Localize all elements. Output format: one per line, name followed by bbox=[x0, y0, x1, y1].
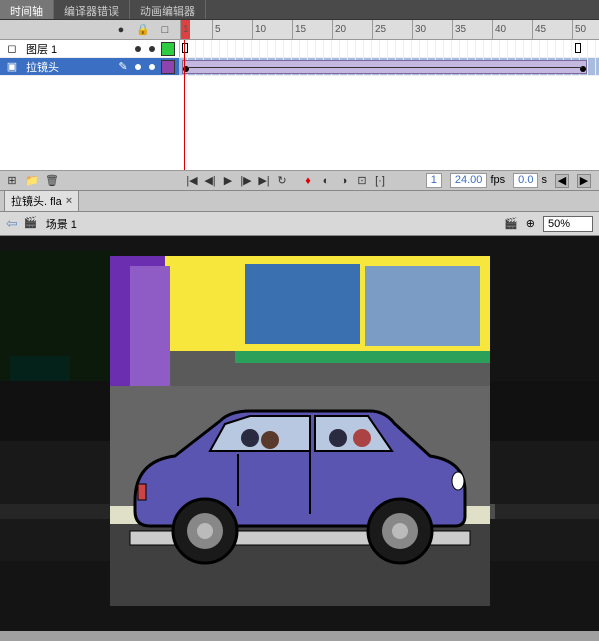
close-tab-icon[interactable]: × bbox=[66, 195, 72, 207]
ruler-tick: 10 bbox=[252, 20, 266, 39]
current-frame-field[interactable]: 1 bbox=[426, 173, 442, 188]
edit-scene-icon[interactable]: 🎬 bbox=[504, 217, 518, 230]
loop-button[interactable]: ↻ bbox=[274, 173, 290, 189]
new-layer-button[interactable]: ⊞ bbox=[4, 173, 20, 189]
tab-timeline[interactable]: 时间轴 bbox=[0, 0, 54, 19]
document-name: 拉镜头. fla bbox=[11, 193, 62, 209]
camera-layer-icon: ▣ bbox=[4, 59, 20, 75]
layer-column-header: ● 🔒 □ bbox=[0, 20, 180, 39]
ruler-tick: 35 bbox=[452, 20, 466, 39]
layer-buttons: ⊞ 📁 🗑 bbox=[0, 173, 180, 189]
ruler-tick: 40 bbox=[492, 20, 506, 39]
panel-tabs: 时间轴 编译器错误 动画编辑器 bbox=[0, 0, 599, 20]
layer-toggles bbox=[135, 64, 161, 70]
onion-markers-button[interactable]: [·] bbox=[372, 173, 388, 189]
lock-dot[interactable] bbox=[149, 46, 155, 52]
step-back-button[interactable]: ◀| bbox=[202, 173, 218, 189]
keyframe-icon[interactable] bbox=[580, 66, 586, 72]
scene-content bbox=[110, 256, 490, 606]
frames-track[interactable] bbox=[180, 58, 599, 75]
ruler-tick: 25 bbox=[372, 20, 386, 39]
blank-keyframe[interactable] bbox=[182, 43, 188, 53]
visibility-dot[interactable] bbox=[135, 64, 141, 70]
fps-field[interactable]: 24.00 bbox=[450, 173, 488, 188]
new-folder-button[interactable]: 📁 bbox=[24, 173, 40, 189]
layer-toggles bbox=[135, 46, 161, 52]
layer-cells: ▣ 拉镜头 ✎ bbox=[0, 58, 180, 75]
ruler-tick: 45 bbox=[532, 20, 546, 39]
tab-compiler-errors[interactable]: 编译器错误 bbox=[54, 0, 130, 19]
play-button[interactable]: ▶ bbox=[220, 173, 236, 189]
edit-bar: ⇦ 🎬 场景 1 🎬 ⊕ 50% bbox=[0, 212, 599, 236]
elapsed-time-field: 0.0 bbox=[513, 173, 538, 188]
eye-column-icon[interactable]: ● bbox=[114, 23, 128, 37]
document-tabs: 拉镜头. fla × bbox=[0, 190, 599, 212]
frame-ruler[interactable]: 1 5 10 15 20 25 30 35 40 45 50 bbox=[180, 20, 599, 39]
timeline-footer: ⊞ 📁 🗑 |◀ ◀| ▶ |▶ ▶| ↻ ♦ ◐ ◑ ⊡ [·] 1 24.0… bbox=[0, 170, 599, 190]
visibility-dot[interactable] bbox=[135, 46, 141, 52]
motion-tween-span[interactable] bbox=[182, 60, 587, 74]
center-frame-button[interactable]: ♦ bbox=[300, 173, 316, 189]
layers-area: ◻ 图层 1 ▣ 拉镜头 ✎ bbox=[0, 40, 599, 170]
document-tab[interactable]: 拉镜头. fla × bbox=[4, 190, 79, 212]
timeline-info: 1 24.00 fps 0.0 s ◀ ▶ bbox=[426, 173, 599, 188]
scroll-left-button[interactable]: ◀ bbox=[555, 174, 569, 188]
time-label: s bbox=[542, 174, 548, 186]
onion-skin-button[interactable]: ◐ bbox=[318, 173, 334, 189]
scroll-right-button[interactable]: ▶ bbox=[577, 174, 591, 188]
timeline-panel: ● 🔒 □ 1 5 10 15 20 25 30 35 40 45 50 ◻ 图… bbox=[0, 20, 599, 190]
layer-type-icon: ◻ bbox=[4, 41, 20, 57]
go-end-button[interactable]: ▶| bbox=[256, 173, 272, 189]
timeline-header: ● 🔒 □ 1 5 10 15 20 25 30 35 40 45 50 bbox=[0, 20, 599, 40]
edit-multiple-button[interactable]: ⊡ bbox=[354, 173, 370, 189]
ruler-tick: 20 bbox=[332, 20, 346, 39]
outline-column-icon[interactable]: □ bbox=[158, 23, 172, 37]
frames-track[interactable] bbox=[180, 40, 599, 57]
clapper-icon: 🎬 bbox=[24, 216, 40, 232]
layer-color-swatch[interactable] bbox=[161, 60, 175, 74]
blank-keyframe[interactable] bbox=[575, 43, 581, 53]
step-forward-button[interactable]: |▶ bbox=[238, 173, 254, 189]
ruler-tick: 50 bbox=[572, 20, 586, 39]
lock-column-icon[interactable]: 🔒 bbox=[136, 23, 150, 37]
layer-row[interactable]: ▣ 拉镜头 ✎ bbox=[0, 58, 599, 76]
back-arrow-icon[interactable]: ⇦ bbox=[6, 215, 18, 232]
edit-symbol-icon[interactable]: ⊕ bbox=[526, 217, 535, 230]
lock-dot[interactable] bbox=[149, 64, 155, 70]
ruler-tick: 15 bbox=[292, 20, 306, 39]
ruler-tick: 30 bbox=[412, 20, 426, 39]
playback-controls: |◀ ◀| ▶ |▶ ▶| ↻ ♦ ◐ ◑ ⊡ [·] bbox=[180, 173, 388, 189]
ruler-tick: 1 bbox=[180, 20, 189, 39]
edit-bar-right: 🎬 ⊕ 50% bbox=[504, 216, 593, 232]
layer-name[interactable]: 拉镜头 bbox=[24, 59, 111, 75]
scene-name[interactable]: 场景 1 bbox=[46, 216, 77, 232]
layer-name[interactable]: 图层 1 bbox=[24, 41, 135, 57]
fps-label: fps bbox=[490, 174, 505, 186]
delete-layer-button[interactable]: 🗑 bbox=[44, 173, 60, 189]
zoom-field[interactable]: 50% bbox=[543, 216, 593, 232]
tab-motion-editor[interactable]: 动画编辑器 bbox=[130, 0, 206, 19]
camera-view[interactable] bbox=[110, 256, 490, 606]
onion-outline-button[interactable]: ◑ bbox=[336, 173, 352, 189]
stage[interactable] bbox=[0, 236, 599, 631]
keyframe-icon[interactable] bbox=[183, 66, 189, 72]
layer-row[interactable]: ◻ 图层 1 bbox=[0, 40, 599, 58]
ruler-tick: 5 bbox=[212, 20, 221, 39]
rewind-button[interactable]: |◀ bbox=[184, 173, 200, 189]
breadcrumb: ⇦ 🎬 场景 1 bbox=[6, 215, 77, 232]
layer-cells: ◻ 图层 1 bbox=[0, 40, 180, 57]
pencil-icon: ✎ bbox=[115, 59, 131, 75]
layer-color-swatch[interactable] bbox=[161, 42, 175, 56]
